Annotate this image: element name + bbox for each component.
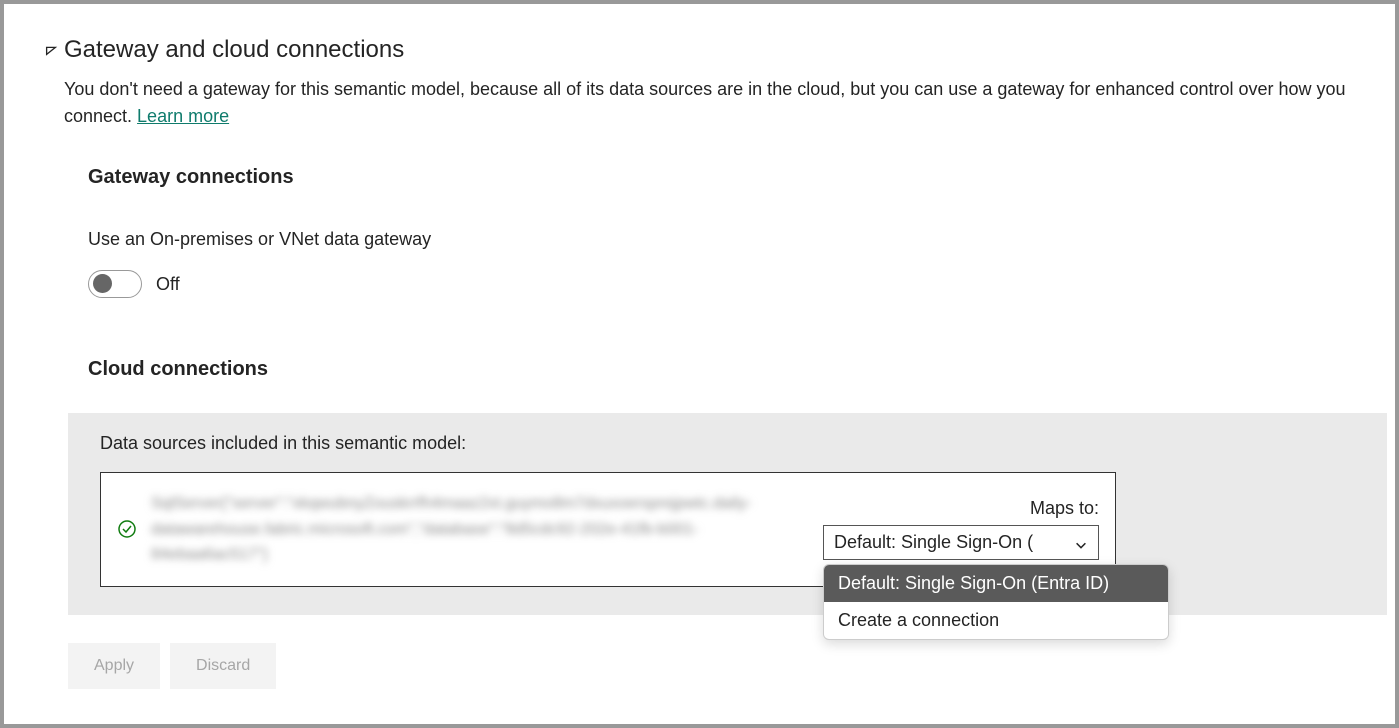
section-title: Gateway and cloud connections (64, 36, 404, 64)
status-ok-icon (117, 519, 137, 539)
gateway-toggle-state: Off (156, 274, 180, 295)
gateway-toggle-label: Use an On-premises or VNet data gateway (88, 229, 1387, 250)
learn-more-link[interactable]: Learn more (137, 106, 229, 126)
chevron-down-icon (1074, 536, 1088, 550)
collapse-icon[interactable] (44, 43, 58, 57)
section-description: You don't need a gateway for this semant… (64, 76, 1387, 130)
cloud-connections-title: Cloud connections (88, 358, 1387, 381)
data-source-row: SqlServer{"server":"xkqwubnyZouskrrfh4ma… (100, 472, 1116, 587)
apply-button[interactable]: Apply (68, 643, 160, 689)
maps-to-label: Maps to: (1030, 498, 1099, 519)
dropdown-option-default-sso[interactable]: Default: Single Sign-On (Entra ID) (824, 565, 1168, 602)
dropdown-option-create-connection[interactable]: Create a connection (824, 602, 1168, 639)
discard-button[interactable]: Discard (170, 643, 276, 689)
maps-to-dropdown[interactable]: Default: Single Sign-On ( (823, 525, 1099, 560)
dropdown-selected-value: Default: Single Sign-On ( (834, 532, 1033, 553)
data-source-text-redacted: SqlServer{"server":"xkqwubnyZouskrrfh4ma… (151, 491, 809, 568)
gateway-connections-title: Gateway connections (88, 166, 1387, 189)
data-sources-label: Data sources included in this semantic m… (100, 433, 1363, 454)
data-sources-panel: Data sources included in this semantic m… (68, 413, 1387, 615)
gateway-toggle[interactable] (88, 270, 142, 298)
dropdown-menu: Default: Single Sign-On (Entra ID) Creat… (823, 564, 1169, 640)
